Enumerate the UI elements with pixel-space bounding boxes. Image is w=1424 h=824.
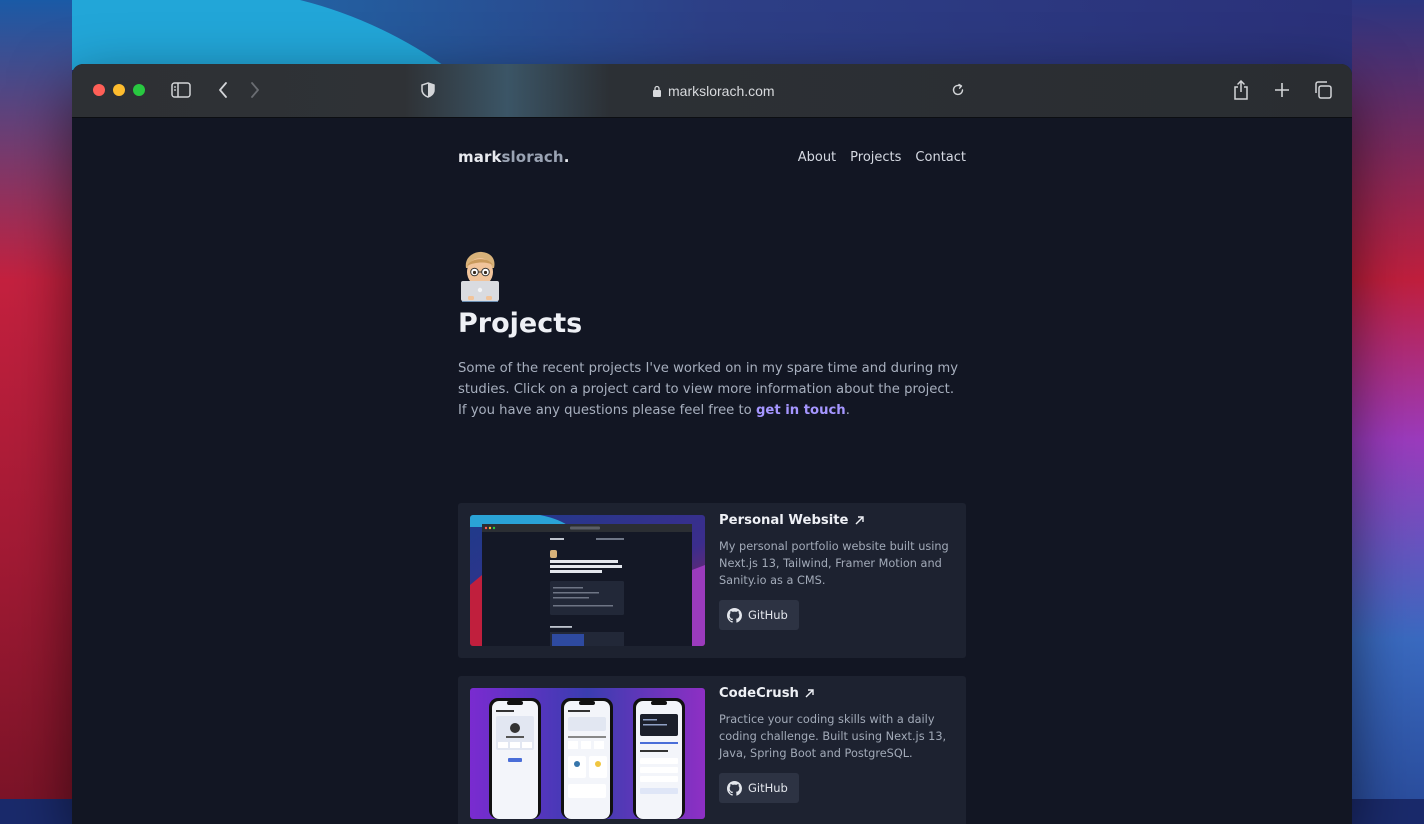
github-button-label: GitHub bbox=[748, 781, 788, 795]
project-name: Personal Website bbox=[719, 513, 849, 528]
project-info: CodeCrush Practice your coding skills wi… bbox=[719, 686, 954, 803]
project-description: My personal portfolio website built usin… bbox=[719, 540, 949, 587]
close-window-button[interactable] bbox=[93, 84, 105, 96]
share-icon[interactable] bbox=[1230, 79, 1252, 101]
logo-text-light: slorach bbox=[501, 148, 564, 166]
minimize-window-button[interactable] bbox=[113, 84, 125, 96]
forward-icon[interactable] bbox=[244, 79, 266, 101]
browser-window: markslorach.com markslorach. About Proje… bbox=[72, 64, 1352, 824]
external-link-arrow-icon bbox=[855, 516, 864, 525]
external-link-arrow-icon bbox=[805, 689, 814, 698]
site-logo[interactable]: markslorach. bbox=[458, 148, 570, 166]
address-url: markslorach.com bbox=[668, 83, 775, 99]
intro-text: Some of the recent projects I've worked … bbox=[458, 361, 959, 418]
memoji-laptop-avatar bbox=[461, 251, 499, 302]
project-thumbnail-personal-website bbox=[470, 515, 705, 646]
page-intro: Some of the recent projects I've worked … bbox=[458, 358, 966, 421]
github-icon bbox=[727, 607, 742, 623]
tab-overview-icon[interactable] bbox=[1312, 79, 1334, 101]
web-page: markslorach. About Projects Contact Proj… bbox=[72, 118, 1352, 824]
page-title: Projects bbox=[458, 308, 583, 339]
logo-text-bold: mark bbox=[458, 148, 502, 166]
project-description: Practice your coding skills with a daily… bbox=[719, 713, 947, 760]
get-in-touch-link[interactable]: get in touch bbox=[756, 403, 846, 418]
site-nav: About Projects Contact bbox=[798, 150, 966, 165]
logo-dot: . bbox=[563, 148, 570, 166]
project-title[interactable]: Personal Website bbox=[719, 513, 954, 528]
project-info: Personal Website My personal portfolio w… bbox=[719, 513, 954, 630]
project-card[interactable]: Personal Website My personal portfolio w… bbox=[458, 503, 966, 658]
browser-toolbar: markslorach.com bbox=[72, 64, 1352, 118]
nav-about[interactable]: About bbox=[798, 150, 836, 165]
project-thumbnail-codecrush bbox=[470, 688, 705, 819]
intro-end: . bbox=[845, 403, 850, 418]
sidebar-toggle-icon[interactable] bbox=[170, 79, 192, 101]
project-title[interactable]: CodeCrush bbox=[719, 686, 954, 701]
address-bar[interactable]: markslorach.com bbox=[652, 81, 775, 101]
nav-projects[interactable]: Projects bbox=[850, 150, 901, 165]
github-button[interactable]: GitHub bbox=[719, 600, 799, 630]
privacy-shield-icon[interactable] bbox=[417, 79, 439, 101]
project-name: CodeCrush bbox=[719, 686, 799, 701]
github-icon bbox=[727, 780, 742, 796]
github-button-label: GitHub bbox=[748, 608, 788, 622]
new-tab-icon[interactable] bbox=[1271, 79, 1293, 101]
back-icon[interactable] bbox=[212, 79, 234, 101]
reload-icon[interactable] bbox=[947, 79, 969, 101]
nav-contact[interactable]: Contact bbox=[915, 150, 966, 165]
project-card[interactable]: CodeCrush Practice your coding skills wi… bbox=[458, 676, 966, 824]
zoom-window-button[interactable] bbox=[133, 84, 145, 96]
lock-icon bbox=[653, 85, 661, 97]
